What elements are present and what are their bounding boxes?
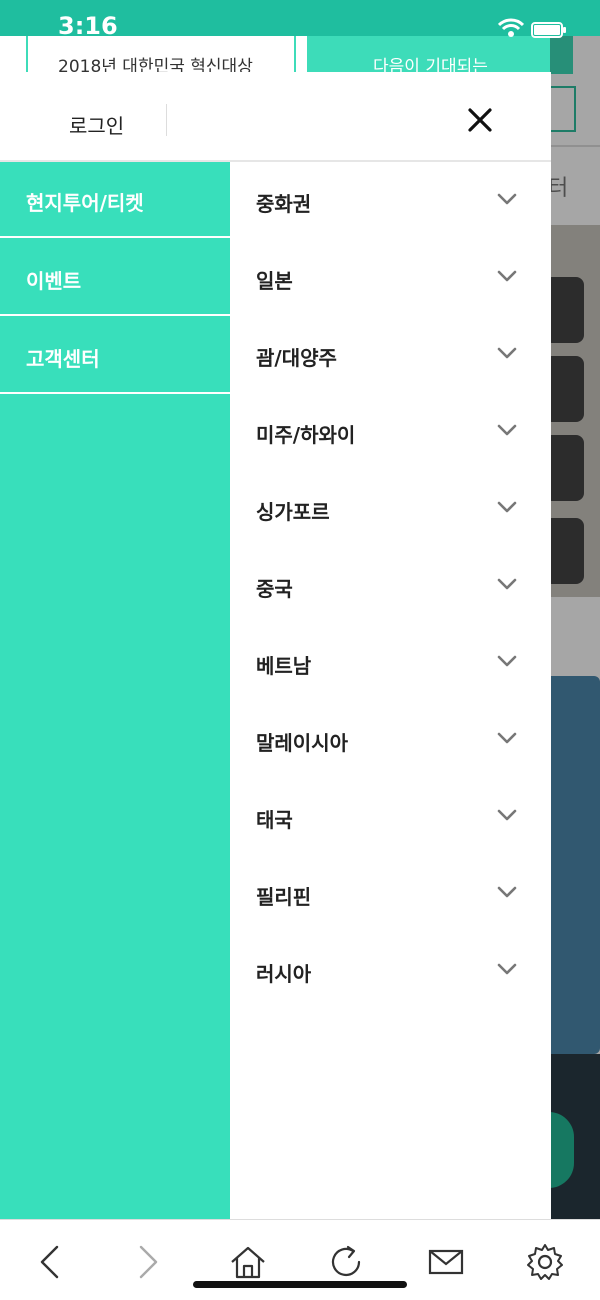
header-separator — [166, 104, 167, 136]
chevron-down-icon — [497, 655, 517, 667]
chevron-down-icon — [497, 963, 517, 975]
category-label: 현지투어/티켓 — [26, 191, 144, 215]
home-indicator — [193, 1281, 407, 1288]
refresh-icon[interactable] — [326, 1242, 366, 1282]
side-drawer: 로그인 현지투어/티켓 이벤트 고객센터 중화권 일본 괌/대양주 미주/하와이… — [0, 72, 551, 1219]
region-item[interactable]: 베트남 — [230, 624, 551, 701]
region-label: 베트남 — [256, 654, 312, 678]
status-time: 3:16 — [58, 14, 118, 36]
category-item-events[interactable]: 이벤트 — [0, 240, 230, 316]
chevron-down-icon — [497, 424, 517, 436]
wifi-icon — [498, 18, 524, 37]
chevron-down-icon — [497, 347, 517, 359]
region-item[interactable]: 괌/대양주 — [230, 316, 551, 393]
region-label: 미주/하와이 — [256, 423, 356, 447]
region-label: 괌/대양주 — [256, 346, 337, 370]
region-item[interactable]: 필리핀 — [230, 855, 551, 932]
chevron-down-icon — [497, 732, 517, 744]
forward-icon[interactable] — [128, 1242, 168, 1282]
chevron-down-icon — [497, 578, 517, 590]
region-item[interactable]: 싱가포르 — [230, 470, 551, 547]
chevron-down-icon — [497, 809, 517, 821]
category-item-tours[interactable]: 현지투어/티켓 — [0, 162, 230, 238]
region-item[interactable]: 중화권 — [230, 162, 551, 239]
region-list: 중화권 일본 괌/대양주 미주/하와이 싱가포르 중국 베트남 말레이시아 태국… — [230, 162, 551, 1219]
category-menu: 현지투어/티켓 이벤트 고객센터 — [0, 162, 230, 1219]
category-item-support[interactable]: 고객센터 — [0, 318, 230, 394]
region-item[interactable]: 미주/하와이 — [230, 393, 551, 470]
close-icon[interactable] — [462, 102, 498, 138]
drawer-header: 로그인 — [0, 72, 551, 162]
region-item[interactable]: 말레이시아 — [230, 701, 551, 778]
region-label: 태국 — [256, 808, 293, 832]
chevron-down-icon — [497, 886, 517, 898]
battery-icon — [531, 22, 566, 38]
region-label: 일본 — [256, 269, 293, 293]
award-banner: 2018년 대한민국 혁신대상 — [26, 30, 296, 77]
region-label: 싱가포르 — [256, 500, 330, 524]
chevron-down-icon — [497, 193, 517, 205]
region-label: 필리핀 — [256, 885, 312, 909]
chevron-down-icon — [497, 270, 517, 282]
login-link[interactable]: 로그인 — [69, 110, 124, 139]
category-label: 고객센터 — [26, 347, 100, 371]
region-label: 말레이시아 — [256, 731, 348, 755]
chevron-down-icon — [497, 501, 517, 513]
category-label: 이벤트 — [26, 269, 82, 293]
dim-overlay[interactable] — [550, 36, 600, 1219]
home-icon[interactable] — [228, 1242, 268, 1282]
settings-icon[interactable] — [525, 1242, 565, 1282]
region-item[interactable]: 러시아 — [230, 932, 551, 1009]
region-label: 중화권 — [256, 192, 312, 216]
status-bar: 3:16 — [0, 0, 600, 38]
region-item[interactable]: 태국 — [230, 778, 551, 855]
region-label: 러시아 — [256, 962, 312, 986]
back-icon[interactable] — [30, 1242, 70, 1282]
mail-icon[interactable] — [426, 1242, 466, 1282]
region-item[interactable]: 중국 — [230, 547, 551, 624]
region-item[interactable]: 일본 — [230, 239, 551, 316]
region-label: 중국 — [256, 577, 293, 601]
